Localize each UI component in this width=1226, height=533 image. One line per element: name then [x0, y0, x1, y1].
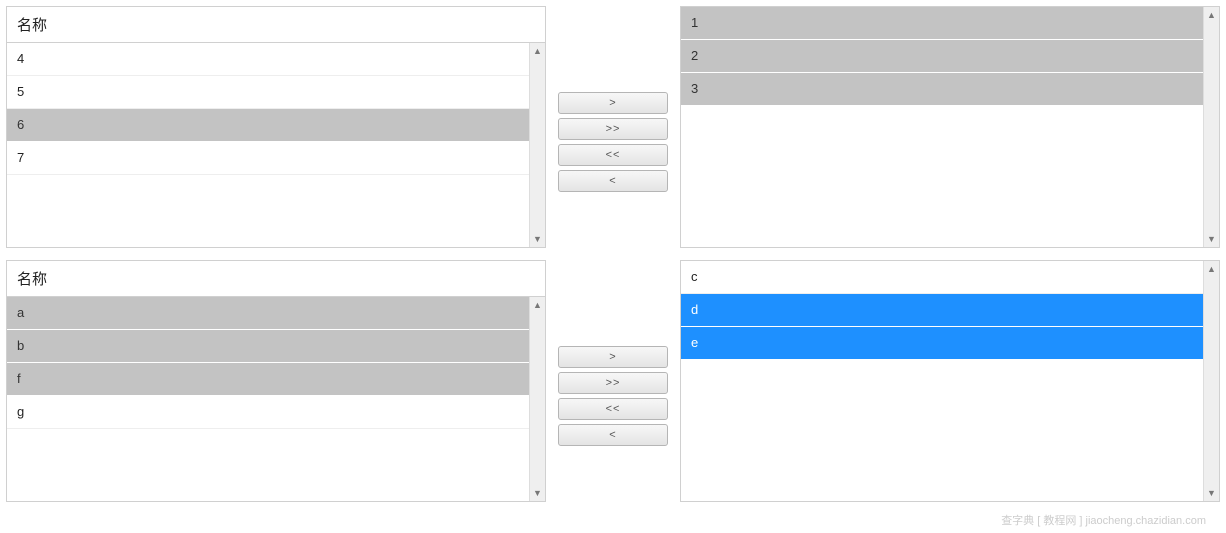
move-left-button[interactable]: <: [558, 424, 668, 446]
scroll-down-icon[interactable]: ▼: [1204, 485, 1219, 501]
transfer-widget-1: 名称 4 5 6 7 ▲ ▼ > >> << < 1 2 3: [6, 6, 1220, 248]
source-panel-1: 名称 4 5 6 7 ▲ ▼: [6, 6, 546, 248]
source-panel-2: 名称 a b f g ▲ ▼: [6, 260, 546, 502]
target-panel-1: 1 2 3 ▲ ▼: [680, 6, 1220, 248]
target-body-2: c d e ▲ ▼: [681, 261, 1219, 501]
scroll-up-icon[interactable]: ▲: [1204, 261, 1219, 277]
scrollbar[interactable]: ▲ ▼: [1203, 7, 1219, 247]
move-all-left-button[interactable]: <<: [558, 398, 668, 420]
list-item[interactable]: d: [681, 294, 1203, 327]
scroll-down-icon[interactable]: ▼: [530, 485, 545, 501]
list-item[interactable]: e: [681, 327, 1203, 360]
scroll-up-icon[interactable]: ▲: [530, 297, 545, 313]
list-item[interactable]: 1: [681, 7, 1203, 40]
scroll-up-icon[interactable]: ▲: [1204, 7, 1219, 23]
list-item[interactable]: 5: [7, 76, 529, 109]
source-header-2: 名称: [7, 261, 545, 297]
list-item[interactable]: 6: [7, 109, 529, 142]
move-all-right-button[interactable]: >>: [558, 118, 668, 140]
target-list-2: c d e: [681, 261, 1203, 501]
list-item[interactable]: 4: [7, 43, 529, 76]
target-panel-2: c d e ▲ ▼: [680, 260, 1220, 502]
scroll-down-icon[interactable]: ▼: [1204, 231, 1219, 247]
scroll-up-icon[interactable]: ▲: [530, 43, 545, 59]
move-right-button[interactable]: >: [558, 346, 668, 368]
button-column-1: > >> << <: [546, 6, 680, 194]
move-all-right-button[interactable]: >>: [558, 372, 668, 394]
scrollbar[interactable]: ▲ ▼: [1203, 261, 1219, 501]
button-column-2: > >> << <: [546, 260, 680, 448]
scrollbar[interactable]: ▲ ▼: [529, 43, 545, 247]
move-all-left-button[interactable]: <<: [558, 144, 668, 166]
target-list-1: 1 2 3: [681, 7, 1203, 247]
list-item[interactable]: a: [7, 297, 529, 330]
list-item[interactable]: f: [7, 363, 529, 396]
watermark-text: 查字典 [ 教程网 ] jiaocheng.chazidian.com: [1001, 512, 1206, 528]
list-item[interactable]: g: [7, 396, 529, 429]
move-left-button[interactable]: <: [558, 170, 668, 192]
list-item[interactable]: c: [681, 261, 1203, 294]
list-item[interactable]: 2: [681, 40, 1203, 73]
target-body-1: 1 2 3 ▲ ▼: [681, 7, 1219, 247]
source-header-1: 名称: [7, 7, 545, 43]
scroll-down-icon[interactable]: ▼: [530, 231, 545, 247]
scrollbar[interactable]: ▲ ▼: [529, 297, 545, 501]
source-body-2: a b f g ▲ ▼: [7, 297, 545, 501]
source-body-1: 4 5 6 7 ▲ ▼: [7, 43, 545, 247]
source-list-1: 4 5 6 7: [7, 43, 529, 247]
source-list-2: a b f g: [7, 297, 529, 501]
list-item[interactable]: 3: [681, 73, 1203, 106]
transfer-widget-2: 名称 a b f g ▲ ▼ > >> << < c d e: [6, 260, 1220, 502]
list-item[interactable]: b: [7, 330, 529, 363]
move-right-button[interactable]: >: [558, 92, 668, 114]
list-item[interactable]: 7: [7, 142, 529, 175]
